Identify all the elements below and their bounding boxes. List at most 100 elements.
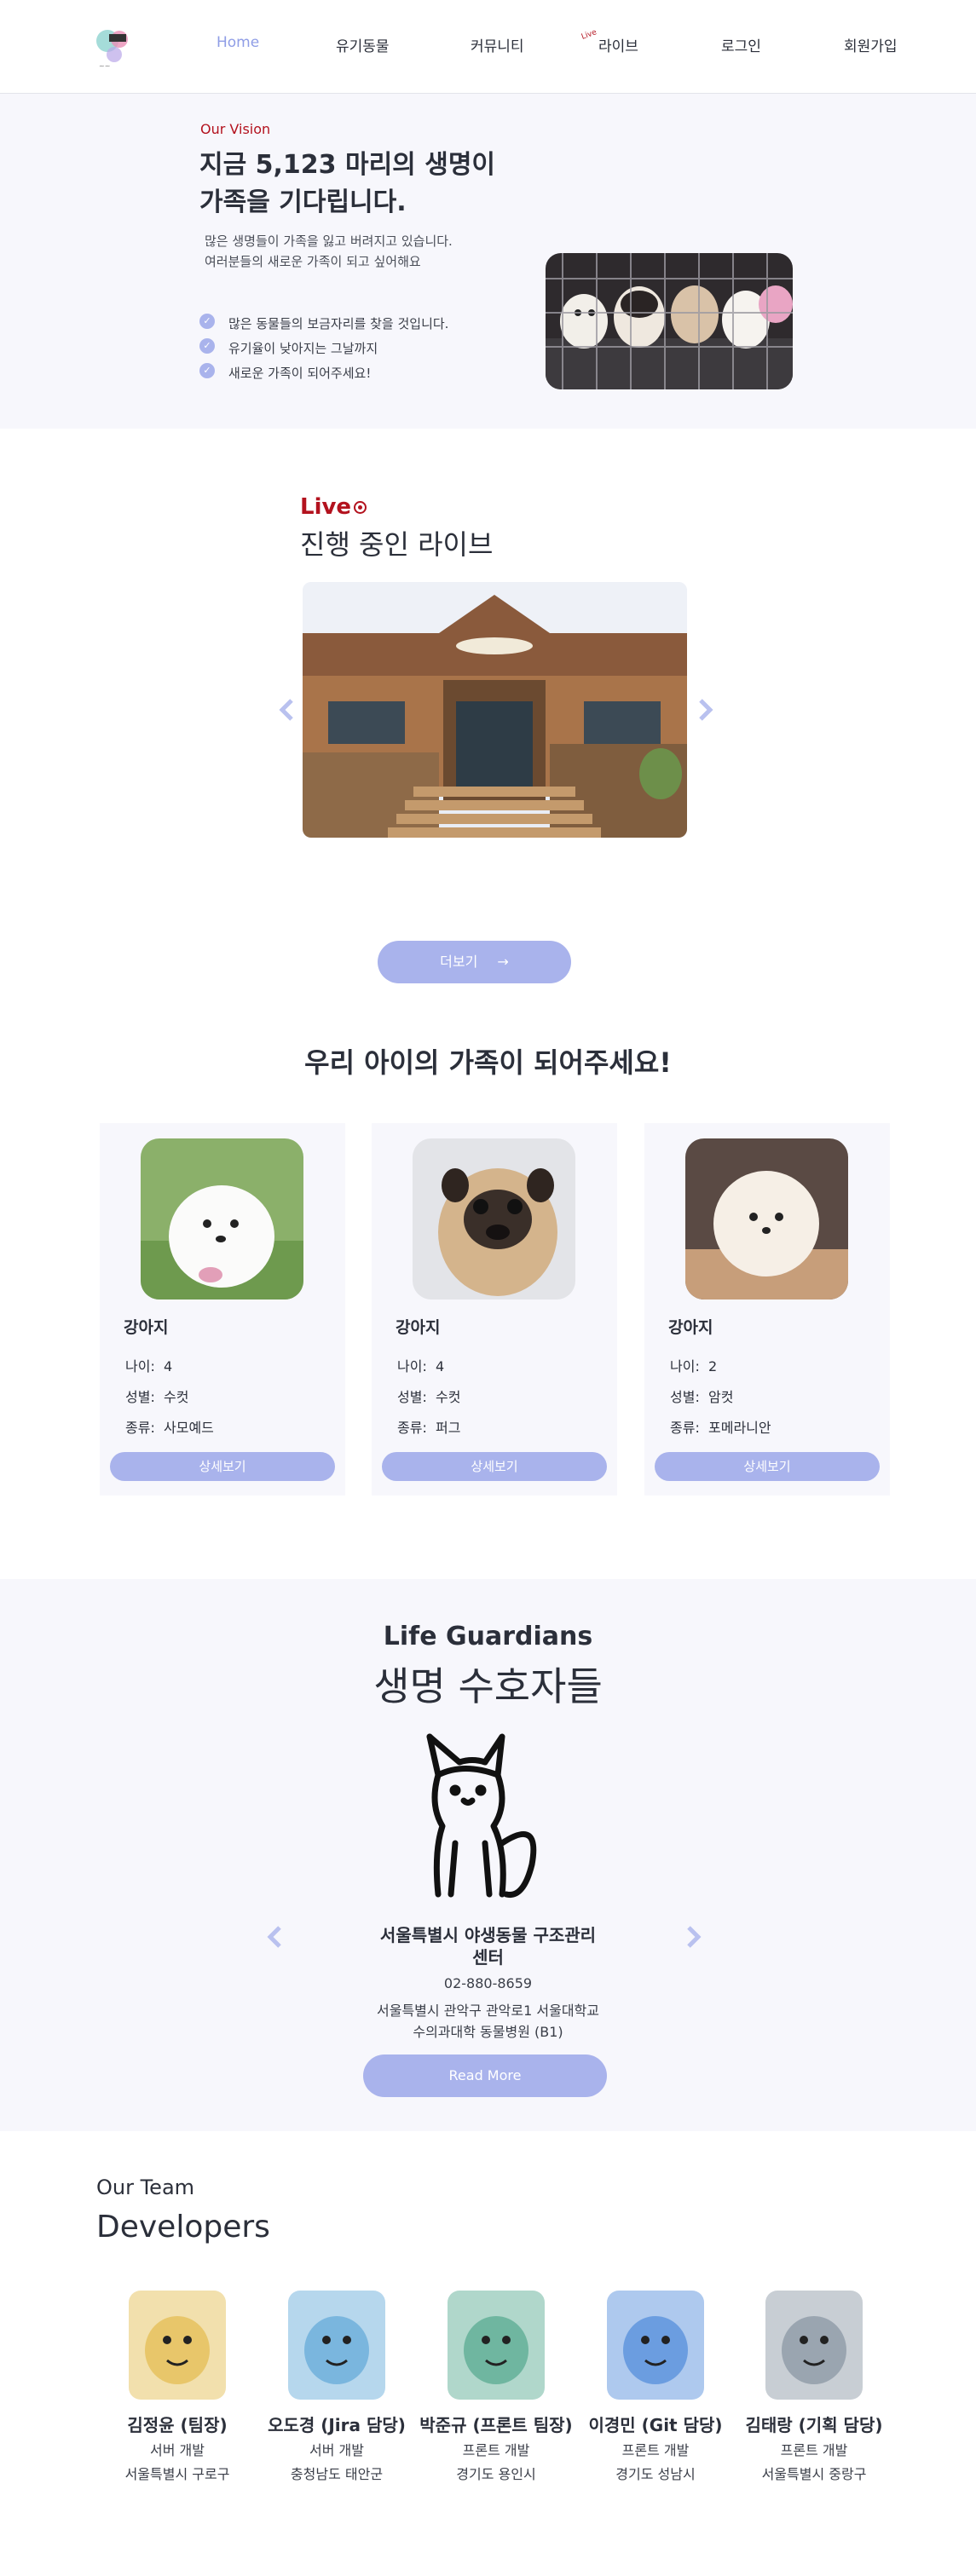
nav-signup[interactable]: 회원가입 (844, 34, 898, 55)
nav-abandoned-animals[interactable]: 유기동물 (336, 34, 390, 55)
live-label: Live (300, 494, 367, 520)
age-label: 나이: (397, 1358, 427, 1374)
pet-name: 강아지 (124, 1318, 169, 1337)
adopt-title: 우리 아이의 가족이 되어주세요! (304, 1046, 672, 1079)
detail-button[interactable]: 상세보기 (382, 1452, 607, 1481)
gender-label: 성별: (670, 1389, 700, 1405)
check-icon: ✓ (199, 314, 215, 329)
site-logo[interactable]: ~~ (89, 22, 138, 72)
developer-name: 박준규 (프론트 팀장) (419, 2415, 573, 2435)
developer-role: 프론트 개발 (621, 2442, 690, 2458)
pet-age: 나이: 2 (670, 1355, 717, 1375)
gender-label: 성별: (125, 1389, 155, 1405)
guardians-title-en: Life Guardians (383, 1622, 593, 1651)
team-eyebrow: Our Team (96, 2175, 195, 2199)
pet-gender: 성별: 수컷 (397, 1386, 460, 1406)
nav-login[interactable]: 로그인 (721, 34, 761, 55)
org-address-line1: 서울특별시 관악구 관악로1 서울대학교 (377, 2003, 599, 2019)
live-stream-image[interactable] (303, 582, 687, 838)
org-name-line1: 서울특별시 야생동물 구조관리 (379, 1925, 597, 1945)
nav-live-badge: Live (580, 28, 598, 42)
page: ~~ Home 유기동물 커뮤니티 Live 라이브 로그인 회원가입 Our … (0, 0, 976, 2576)
team-title: Developers (96, 2210, 270, 2245)
vision-bullet-1: 많은 동물들의 보금자리를 찾을 것입니다. (228, 316, 449, 331)
read-more-button[interactable]: Read More (363, 2054, 607, 2097)
developer-region: 서울특별시 중랑구 (761, 2466, 867, 2482)
developer-name: 이경민 (Git 담당) (588, 2415, 723, 2435)
pomeranian-photo[interactable] (685, 1138, 848, 1300)
nav-community[interactable]: 커뮤니티 (471, 34, 524, 55)
detail-button[interactable]: 상세보기 (110, 1452, 335, 1481)
puppies-cage-image (546, 253, 793, 389)
pet-card: 강아지 나이: 2 성별: 암컷 종류: 포메라니안 상세보기 (644, 1123, 890, 1495)
developer-role: 프론트 개발 (780, 2442, 848, 2458)
org-phone: 02-880-8659 (443, 1975, 533, 1991)
developer-name: 오도경 (Jira 담당) (268, 2415, 406, 2435)
check-icon: ✓ (199, 338, 215, 354)
logo-icon: ~~ (96, 30, 128, 70)
vision-title-line2: 가족을 기다립니다. (199, 187, 407, 217)
age-label: 나이: (670, 1358, 700, 1374)
pet-gender: 성별: 수컷 (125, 1386, 188, 1406)
org-address-line2: 수의과대학 동물병원 (B1) (413, 2024, 563, 2040)
more-button[interactable]: 더보기 → (378, 941, 571, 983)
cat-illustration (413, 1724, 549, 1903)
gender-label: 성별: (397, 1389, 427, 1405)
pet-age: 나이: 4 (397, 1355, 444, 1375)
gender-value: 수컷 (164, 1389, 189, 1405)
pet-breed: 종류: 퍼그 (397, 1416, 460, 1437)
carousel-next-icon[interactable] (692, 697, 718, 726)
samoyed-photo[interactable] (141, 1138, 303, 1300)
radio-dot-icon (354, 501, 367, 514)
pet-card: 강아지 나이: 4 성별: 수컷 종류: 퍼그 상세보기 (372, 1123, 617, 1495)
age-value: 2 (708, 1358, 718, 1374)
nav-live[interactable]: 라이브 (598, 34, 638, 55)
age-value: 4 (164, 1358, 173, 1374)
pet-age: 나이: 4 (125, 1355, 172, 1375)
age-value: 4 (436, 1358, 445, 1374)
developer-avatar (129, 2291, 226, 2400)
breed-value: 사모예드 (164, 1420, 214, 1436)
age-label: 나이: (125, 1358, 155, 1374)
nav-home[interactable]: Home (217, 34, 259, 51)
developer-name: 김태랑 (기획 담당) (745, 2415, 883, 2435)
live-title: 진행 중인 라이브 (300, 528, 494, 561)
breed-label: 종류: (397, 1420, 427, 1436)
breed-label: 종류: (670, 1420, 700, 1436)
pet-name: 강아지 (396, 1318, 441, 1337)
developer-avatar (765, 2291, 863, 2400)
top-nav: ~~ Home 유기동물 커뮤니티 Live 라이브 로그인 회원가입 (0, 0, 976, 94)
developer-avatar (607, 2291, 704, 2400)
more-button-label: 더보기 (440, 954, 478, 970)
breed-value: 퍼그 (436, 1420, 461, 1436)
developer-region: 경기도 용인시 (456, 2466, 536, 2482)
vision-title-line1: 지금 5,123 마리의 생명이 (199, 150, 496, 180)
svg-text:~~: ~~ (99, 62, 110, 70)
guardians-section: Life Guardians 생명 수호자들 서울특별시 야생동물 구조관리 센… (0, 1579, 976, 2131)
pug-photo[interactable] (413, 1138, 575, 1300)
carousel-prev-icon[interactable] (274, 697, 300, 726)
breed-value: 포메라니안 (708, 1420, 771, 1436)
vision-desc-line1: 많은 생명들이 가족을 잃고 버려지고 있습니다. (205, 233, 453, 249)
detail-button[interactable]: 상세보기 (655, 1452, 880, 1481)
gender-value: 암컷 (708, 1389, 734, 1405)
live-text: Live (300, 494, 352, 520)
developer-region: 경기도 성남시 (615, 2466, 696, 2482)
breed-label: 종류: (125, 1420, 155, 1436)
pet-breed: 종류: 포메라니안 (670, 1416, 771, 1437)
developer-name: 김정윤 (팀장) (127, 2415, 228, 2435)
vision-eyebrow: Our Vision (200, 121, 271, 137)
vision-desc-line2: 여러분들의 새로운 가족이 되고 싶어해요 (205, 254, 421, 269)
pet-name: 강아지 (668, 1318, 713, 1337)
developer-role: 서버 개발 (150, 2442, 205, 2458)
pet-gender: 성별: 암컷 (670, 1386, 733, 1406)
vision-bullet-2: 유기율이 낮아지는 그날까지 (228, 341, 378, 356)
developer-region: 서울특별시 구로구 (124, 2466, 230, 2482)
developer-role: 서버 개발 (309, 2442, 364, 2458)
gender-value: 수컷 (436, 1389, 461, 1405)
org-name-line2: 센터 (472, 1947, 504, 1968)
guardians-title-ko: 생명 수호자들 (373, 1663, 603, 1709)
developer-region: 충청남도 태안군 (290, 2466, 384, 2482)
arrow-right-icon: → (497, 954, 509, 970)
pet-breed: 종류: 사모예드 (125, 1416, 214, 1437)
